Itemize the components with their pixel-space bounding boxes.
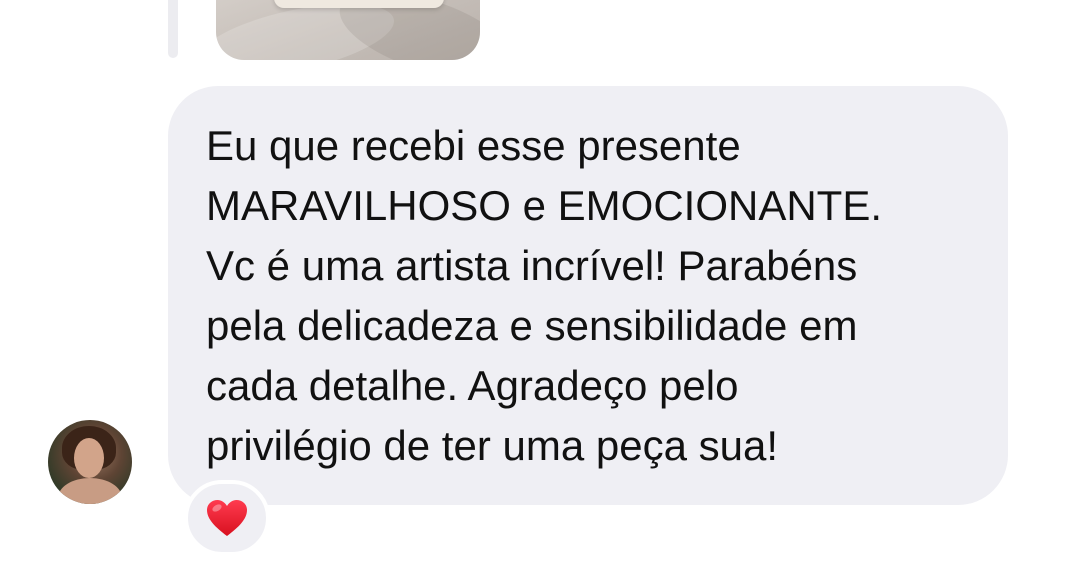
reply-indicator-bar bbox=[168, 0, 178, 58]
message-line: pela delicadeza e sensibilidade em bbox=[206, 302, 858, 349]
sender-avatar[interactable] bbox=[48, 420, 132, 504]
message-line: MARAVILHOSO e EMOCIONANTE. bbox=[206, 182, 882, 229]
message-line: privilégio de ter uma peça sua! bbox=[206, 422, 778, 469]
red-heart-icon bbox=[207, 500, 247, 536]
avatar-face bbox=[74, 438, 104, 478]
reaction-badge[interactable] bbox=[184, 480, 270, 556]
message-line: Vc é uma artista incrível! Parabéns bbox=[206, 242, 858, 289]
photo-card bbox=[274, 0, 444, 8]
message-line: Eu que recebi esse presente bbox=[206, 122, 741, 169]
avatar-shoulder bbox=[58, 478, 122, 504]
message-text: Eu que recebi esse presente MARAVILHOSO … bbox=[206, 116, 996, 476]
replied-photo-thumbnail[interactable] bbox=[216, 0, 480, 60]
message-line: cada detalhe. Agradeço pelo bbox=[206, 362, 739, 409]
